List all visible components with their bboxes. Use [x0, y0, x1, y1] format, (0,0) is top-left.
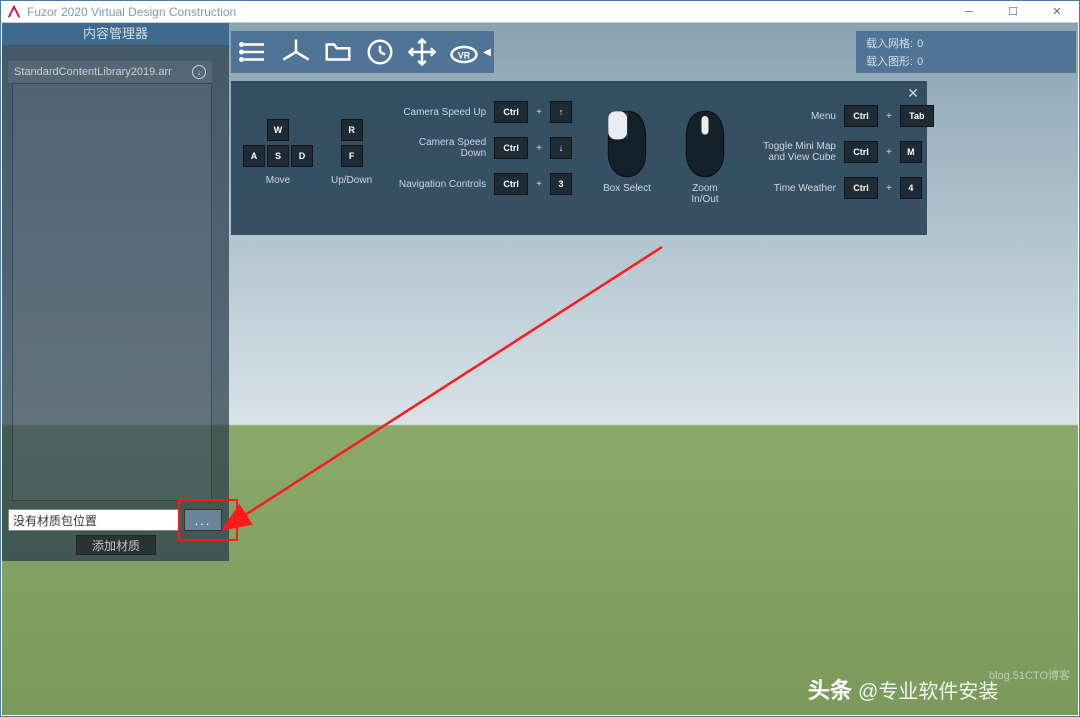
move-label: Move [266, 175, 290, 186]
main-toolbar: VR [231, 31, 487, 73]
speed-down-label: Camera Speed Down [394, 137, 486, 159]
download-icon[interactable]: ↓ [192, 65, 206, 79]
key-d: D [291, 145, 313, 167]
material-path-input[interactable]: 没有材质包位置 [8, 509, 180, 531]
vr-icon[interactable]: VR [449, 37, 479, 67]
library-row[interactable]: StandardContentLibrary2019.arr ↓ [8, 61, 212, 83]
app-icon [7, 5, 21, 19]
key-s: S [267, 145, 289, 167]
shapes-value: 0 [917, 56, 923, 68]
key-4: 4 [900, 177, 922, 199]
mouse-zoom-icon [680, 109, 730, 179]
list-icon[interactable] [239, 37, 269, 67]
toolbar-collapse-handle[interactable]: ◀ [480, 31, 494, 73]
library-name: StandardContentLibrary2019.arr [14, 66, 172, 78]
time-label: Time Weather [748, 183, 836, 194]
grids-value: 0 [917, 38, 923, 50]
watermark-blog: blog.51CTO博客 [989, 667, 1070, 683]
grids-label: 载入网格: [866, 38, 913, 50]
titlebar: Fuzor 2020 Virtual Design Construction ─… [1, 1, 1079, 23]
shapes-label: 载入图形: [866, 56, 913, 68]
nav-label: Navigation Controls [394, 179, 486, 190]
watermark-brand: 头条 @专业软件安装 [808, 673, 998, 705]
stats-panel: 载入网格: 0 载入图形: 0 [856, 31, 1076, 73]
move-icon[interactable] [407, 37, 437, 67]
window-title: Fuzor 2020 Virtual Design Construction [27, 5, 947, 19]
speed-up-label: Camera Speed Up [394, 107, 486, 118]
mouse-boxselect-icon [602, 109, 652, 179]
browse-button[interactable]: ... [184, 509, 222, 531]
clock-icon[interactable] [365, 37, 395, 67]
shortcut-col-right: Menu Ctrl + Tab Toggle Mini Map and View… [748, 105, 934, 199]
axis-icon[interactable] [281, 37, 311, 67]
key-3: 3 [550, 173, 572, 195]
client-area: 内容管理器 StandardContentLibrary2019.arr ↓ 没… [2, 23, 1078, 715]
menu-label: Menu [748, 111, 836, 122]
shortcut-col-left: Camera Speed Up Ctrl + ↑ Camera Speed Do… [394, 101, 572, 195]
maximize-button[interactable]: ☐ [991, 1, 1035, 23]
key-tab: Tab [900, 105, 934, 127]
key-down: ↓ [550, 137, 572, 159]
key-a: A [243, 145, 265, 167]
minimize-button[interactable]: ─ [947, 1, 991, 23]
key-ctrl: Ctrl [494, 101, 528, 123]
folder-icon[interactable] [323, 37, 353, 67]
key-up: ↑ [550, 101, 572, 123]
key-f: F [341, 145, 363, 167]
key-r: R [341, 119, 363, 141]
updown-label: Up/Down [331, 175, 372, 186]
mouse-group: Box Select Zoom In/Out [602, 109, 730, 205]
minimap-label: Toggle Mini Map and View Cube [748, 141, 836, 163]
controls-overlay: ✕ W A S D Move R F Up/Down [231, 81, 927, 235]
zoom-label: Zoom In/Out [691, 183, 718, 205]
key-w: W [267, 119, 289, 141]
rf-group: R F Up/Down [331, 119, 372, 186]
svg-text:VR: VR [458, 50, 471, 60]
library-tree[interactable] [12, 83, 212, 501]
box-select-label: Box Select [603, 183, 651, 194]
app-window: Fuzor 2020 Virtual Design Construction ─… [0, 0, 1080, 717]
add-material-button[interactable]: 添加材质 [76, 535, 156, 555]
close-button[interactable]: ✕ [1035, 1, 1079, 23]
content-manager-header: 内容管理器 [2, 23, 229, 45]
key-m: M [900, 141, 922, 163]
wasd-group: W A S D Move [243, 119, 313, 186]
